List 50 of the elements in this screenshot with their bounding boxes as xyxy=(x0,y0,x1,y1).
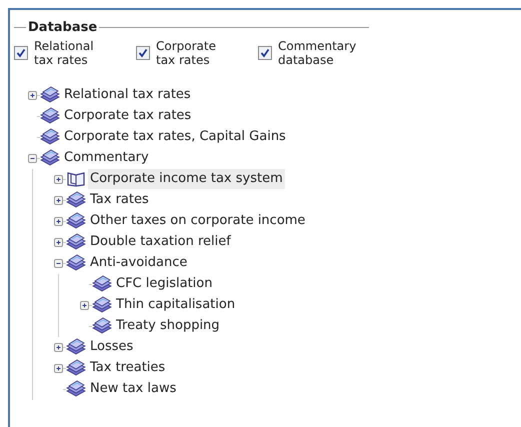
book-stack-icon xyxy=(66,359,86,377)
expand-icon[interactable] xyxy=(54,364,63,372)
book-stack-icon xyxy=(92,317,112,335)
checkbox-label: Commentary database xyxy=(278,38,358,66)
expand-icon[interactable] xyxy=(54,174,63,184)
checkbox[interactable] xyxy=(136,46,150,60)
tree-item[interactable]: Treaty shopping xyxy=(114,316,222,336)
collapse-icon[interactable] xyxy=(28,154,37,162)
group-title: Database xyxy=(27,19,98,37)
checkbox-label: Corporate tax rates xyxy=(156,38,217,66)
book-stack-icon xyxy=(40,86,60,104)
tree-item[interactable]: Corporate tax rates xyxy=(62,106,194,126)
book-stack-icon xyxy=(66,338,86,356)
tree-item[interactable]: Corporate income tax system xyxy=(88,169,285,189)
book-stack-icon xyxy=(40,128,60,146)
expand-icon[interactable] xyxy=(28,90,37,100)
tree-item[interactable]: Tax treaties xyxy=(88,358,168,378)
book-stack-icon xyxy=(66,191,86,209)
book-stack-icon xyxy=(66,380,86,398)
checkbox[interactable] xyxy=(258,46,272,60)
book-stack-icon xyxy=(66,212,86,230)
expand-icon[interactable] xyxy=(54,238,63,246)
expand-icon[interactable] xyxy=(54,216,63,226)
book-stack-icon xyxy=(92,296,112,314)
tree-item[interactable]: CFC legislation xyxy=(114,274,214,294)
tree-item[interactable]: Anti-avoidance xyxy=(88,253,190,273)
tree-item[interactable]: Tax rates xyxy=(88,190,151,210)
tree-item[interactable]: Commentary xyxy=(62,148,151,168)
book-stack-icon xyxy=(40,107,60,125)
expand-icon[interactable] xyxy=(80,300,89,310)
check-icon xyxy=(138,48,148,58)
checkbox-label: Relational tax rates xyxy=(34,38,95,66)
tree-item[interactable]: Thin capitalisation xyxy=(114,295,238,315)
check-icon xyxy=(16,48,26,58)
open-book-icon xyxy=(66,170,86,188)
collapse-icon[interactable] xyxy=(54,258,63,268)
tree-item[interactable]: Other taxes on corporate income xyxy=(88,211,308,231)
expand-icon[interactable] xyxy=(54,196,63,204)
book-stack-icon xyxy=(66,254,86,272)
check-icon xyxy=(260,48,270,58)
checkbox[interactable] xyxy=(14,46,28,60)
tree-item[interactable]: Double taxation relief xyxy=(88,232,233,252)
tree-item[interactable]: Relational tax rates xyxy=(62,85,193,105)
tree-item[interactable]: Corporate tax rates, Capital Gains xyxy=(62,127,288,147)
book-stack-icon xyxy=(66,233,86,251)
book-stack-icon xyxy=(92,275,112,293)
tree-item[interactable]: Losses xyxy=(88,337,136,357)
book-stack-icon xyxy=(40,149,60,167)
expand-icon[interactable] xyxy=(54,342,63,352)
tree-item[interactable]: New tax laws xyxy=(88,379,178,399)
